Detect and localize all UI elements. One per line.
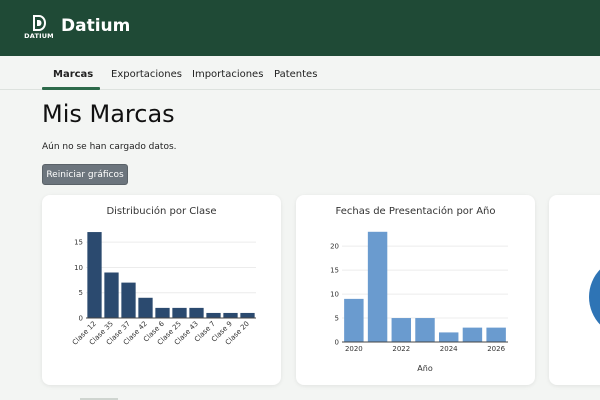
third-chart-card [549,195,600,385]
active-tab-indicator [42,87,100,90]
tab-importaciones[interactable]: Importaciones [192,69,263,80]
bar [223,312,238,318]
class-distribution-card: Distribución por Clase 0 5 10 15 Clase 12 Cla… [42,195,281,385]
bar [121,282,136,318]
bar [189,307,204,318]
bar [486,327,506,342]
bar [240,312,255,318]
filing-dates-chart: 051015202020 2022 2024 2026Año [330,231,508,373]
y-tick-label: 10 [330,291,339,299]
bar [462,327,483,342]
datium-d-logo-icon [33,15,46,31]
y-tick-label: 15 [330,267,339,275]
bar [87,232,102,318]
bar [172,307,187,318]
x-tick-label: 2022 [392,345,410,353]
bar [104,272,119,318]
tab-marcas[interactable]: Marcas [53,69,93,80]
y-tick-label: 20 [330,243,339,251]
top-navbar: DATIUM Datium [0,0,600,56]
y-tick-label: 0 [335,339,339,347]
class-distribution-chart: 051015Clase 12Clase 35Clase 37Clase 42Cl… [71,232,256,347]
bar [344,298,364,342]
x-axis-title: Año [417,364,433,373]
bar [138,297,153,318]
datium-logo[interactable]: DATIUM [24,15,54,43]
y-tick-label: 0 [79,315,83,323]
brand-name[interactable]: Datium [61,16,130,36]
bar [438,332,459,342]
filing-dates-card: Fechas de Presentación por Año 0 5 10 15 20 2… [296,195,535,385]
tab-patentes[interactable]: Patentes [274,69,317,80]
bar [415,318,435,342]
empty-state-message: Aún no se han cargado datos. [42,142,177,152]
section-tabs: Marcas Exportaciones Importaciones Paten… [0,56,600,90]
logo-text: DATIUM [24,32,54,40]
bar [367,231,388,342]
reset-charts-button[interactable]: Reiniciar gráficos [42,164,128,185]
bar [206,312,221,318]
bar [155,307,170,318]
y-tick-label: 10 [74,264,83,272]
x-tick-label: 2024 [440,345,458,353]
pie-chart-edge [589,257,600,337]
y-tick-label: 15 [74,239,83,247]
y-tick-label: 5 [79,289,83,297]
y-tick-label: 5 [335,315,339,323]
x-tick-label: 2020 [345,345,363,353]
page-title: Mis Marcas [42,100,175,128]
tab-exportaciones[interactable]: Exportaciones [111,69,182,80]
bar [391,318,412,342]
x-tick-label: 2026 [487,345,505,353]
